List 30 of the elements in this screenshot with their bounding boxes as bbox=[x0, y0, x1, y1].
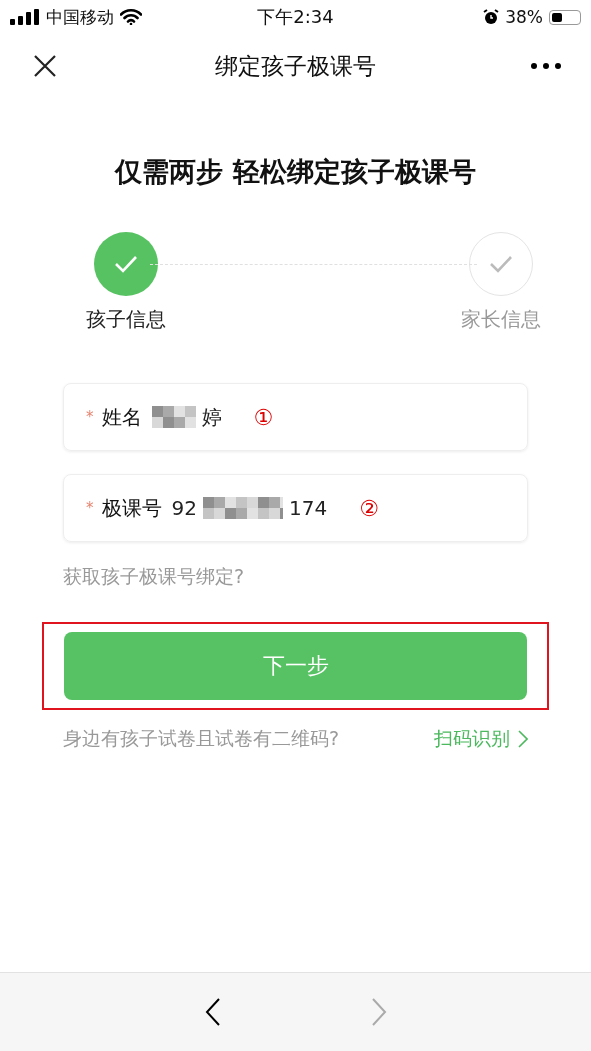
annotation-number: ① bbox=[253, 404, 274, 430]
carrier-name: 中国移动 bbox=[46, 5, 114, 29]
wifi-icon bbox=[120, 9, 142, 25]
annotation-number: ② bbox=[359, 495, 379, 521]
field-value: 婷 bbox=[201, 403, 222, 431]
step-label: 家长信息 bbox=[461, 306, 541, 333]
scan-link[interactable]: 扫码识别 bbox=[434, 726, 510, 752]
input-field[interactable]: * 姓名 婷 ① bbox=[63, 383, 528, 451]
scan-hint: 身边有孩子试卷且试卷有二维码? bbox=[63, 726, 341, 751]
signal-icon bbox=[10, 9, 40, 25]
next-button[interactable]: 下一步 bbox=[64, 632, 527, 700]
input-field[interactable]: * 极课号 92 174 ② bbox=[63, 474, 528, 542]
field-label: 极课号 bbox=[101, 494, 162, 522]
step-label: 孩子信息 bbox=[86, 306, 166, 333]
status-time: 下午2:34 bbox=[257, 5, 334, 29]
more-icon[interactable] bbox=[531, 63, 561, 69]
alarm-icon bbox=[483, 9, 500, 25]
field-value: 174 bbox=[288, 496, 328, 520]
required-mark: * bbox=[86, 499, 94, 517]
required-mark: * bbox=[86, 408, 94, 426]
battery-percent: 38% bbox=[505, 7, 543, 27]
close-icon[interactable] bbox=[33, 54, 57, 78]
headline: 仅需两步 轻松绑定孩子极课号 bbox=[113, 155, 477, 189]
page-title: 绑定孩子极课号 bbox=[215, 51, 376, 81]
field-label: 姓名 bbox=[101, 403, 142, 431]
help-link[interactable]: 获取孩子极课号绑定? bbox=[63, 564, 245, 590]
chevron-right-icon bbox=[518, 730, 528, 748]
back-icon[interactable] bbox=[204, 998, 221, 1026]
battery-icon bbox=[549, 9, 581, 25]
field-value: 92 bbox=[171, 496, 197, 520]
